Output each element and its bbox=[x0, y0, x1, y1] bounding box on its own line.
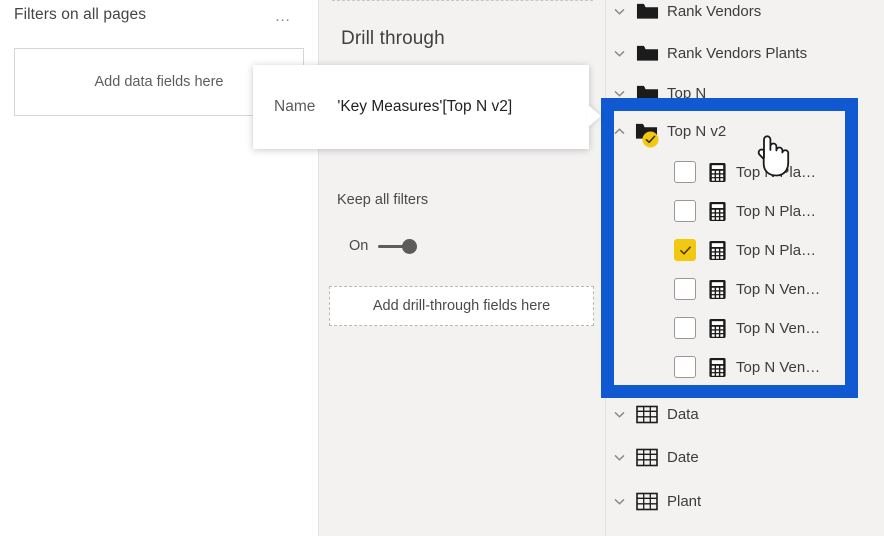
toggle-switch-icon bbox=[376, 236, 424, 256]
fields-row-label: Data bbox=[667, 405, 699, 423]
fields-row-label: Top N bbox=[667, 84, 707, 102]
chevron-down-icon[interactable] bbox=[606, 494, 632, 509]
fields-row-data-table[interactable]: Data bbox=[606, 399, 884, 429]
filters-pane-title: Filters on all pages bbox=[14, 6, 147, 23]
measure-checkbox[interactable] bbox=[674, 161, 696, 183]
tooltip-pointer-tail bbox=[588, 105, 601, 127]
fields-measure-row[interactable]: Top N Pla… bbox=[606, 196, 884, 226]
fields-row-label: Plant bbox=[667, 492, 702, 510]
measure-label: Top N Ven… bbox=[736, 280, 821, 298]
measure-icon bbox=[703, 162, 731, 183]
table-icon bbox=[632, 448, 662, 467]
folder-selected-badge-icon bbox=[642, 131, 659, 148]
tooltip-value-label: 'Key Measures'[Top N v2] bbox=[337, 98, 513, 115]
keep-all-filters-toggle[interactable]: On bbox=[349, 236, 424, 256]
fields-row-label: Rank Vendors bbox=[667, 2, 762, 20]
measure-icon bbox=[703, 279, 731, 300]
measure-label: Top N Pla… bbox=[736, 163, 817, 181]
measure-checkbox[interactable] bbox=[674, 317, 696, 339]
add-data-fields-label: Add data fields here bbox=[94, 74, 224, 90]
chevron-up-icon[interactable] bbox=[606, 124, 632, 139]
measure-label: Top N Ven… bbox=[736, 319, 821, 337]
measure-icon bbox=[703, 240, 731, 261]
fields-row-top-n-v2[interactable]: Top N v2 bbox=[606, 116, 884, 148]
fields-pane: Rank Vendors Rank Vendors Plants Top N T… bbox=[605, 0, 884, 536]
fields-measure-row[interactable]: Top N Ven… bbox=[606, 274, 884, 304]
fields-row-plant-table[interactable]: Plant bbox=[606, 486, 884, 516]
chevron-down-icon[interactable] bbox=[606, 4, 632, 19]
chevron-down-icon[interactable] bbox=[606, 86, 632, 101]
add-drill-through-fields-dropzone[interactable]: Add drill-through fields here bbox=[329, 286, 594, 326]
fields-measure-row[interactable]: Top N Pla… bbox=[606, 235, 884, 265]
folder-icon bbox=[632, 1, 662, 21]
folder-icon bbox=[632, 43, 662, 63]
toggle-knob bbox=[402, 239, 418, 254]
screenshot-root: Filters on all pages … Add data fields h… bbox=[0, 0, 884, 536]
chevron-down-icon[interactable] bbox=[606, 407, 632, 422]
fields-row-label: Top N v2 bbox=[667, 122, 727, 140]
drill-through-title: Drill through bbox=[341, 28, 445, 49]
folder-icon bbox=[632, 120, 662, 148]
measure-icon bbox=[703, 318, 731, 339]
drill-through-divider bbox=[332, 0, 593, 1]
filters-pane-header: Filters on all pages … bbox=[14, 6, 304, 32]
fields-row-label: Date bbox=[667, 448, 699, 466]
measure-checkbox[interactable] bbox=[674, 200, 696, 222]
fields-row-label: Rank Vendors Plants bbox=[667, 44, 808, 62]
add-drill-through-fields-label: Add drill-through fields here bbox=[372, 298, 551, 314]
measure-label: Top N Pla… bbox=[736, 241, 817, 259]
measure-checkbox[interactable] bbox=[674, 278, 696, 300]
folder-icon bbox=[632, 83, 662, 103]
chevron-down-icon[interactable] bbox=[606, 46, 632, 61]
fields-row-date-table[interactable]: Date bbox=[606, 442, 884, 472]
keep-all-filters-toggle-state: On bbox=[349, 238, 369, 254]
fields-measure-row[interactable]: Top N Ven… bbox=[606, 313, 884, 343]
measure-label: Top N Ven… bbox=[736, 358, 821, 376]
field-name-tooltip: Name 'Key Measures'[Top N v2] bbox=[253, 65, 589, 149]
tooltip-key-label: Name bbox=[274, 98, 316, 115]
fields-row-rank-vendors-plants[interactable]: Rank Vendors Plants bbox=[606, 38, 884, 68]
measure-icon bbox=[703, 357, 731, 378]
fields-row-rank-vendors[interactable]: Rank Vendors bbox=[606, 0, 884, 26]
fields-row-top-n[interactable]: Top N bbox=[606, 78, 884, 108]
measure-checkbox[interactable] bbox=[674, 356, 696, 378]
fields-measure-row[interactable]: Top N Ven… bbox=[606, 352, 884, 382]
filters-more-options-icon[interactable]: … bbox=[275, 8, 293, 26]
measure-checkbox[interactable] bbox=[674, 239, 696, 261]
table-icon bbox=[632, 492, 662, 511]
measure-label: Top N Pla… bbox=[736, 202, 817, 220]
chevron-down-icon[interactable] bbox=[606, 450, 632, 465]
measure-icon bbox=[703, 201, 731, 222]
table-icon bbox=[632, 405, 662, 424]
fields-measure-row[interactable]: Top N Pla… bbox=[606, 157, 884, 187]
keep-all-filters-label: Keep all filters bbox=[337, 192, 429, 208]
